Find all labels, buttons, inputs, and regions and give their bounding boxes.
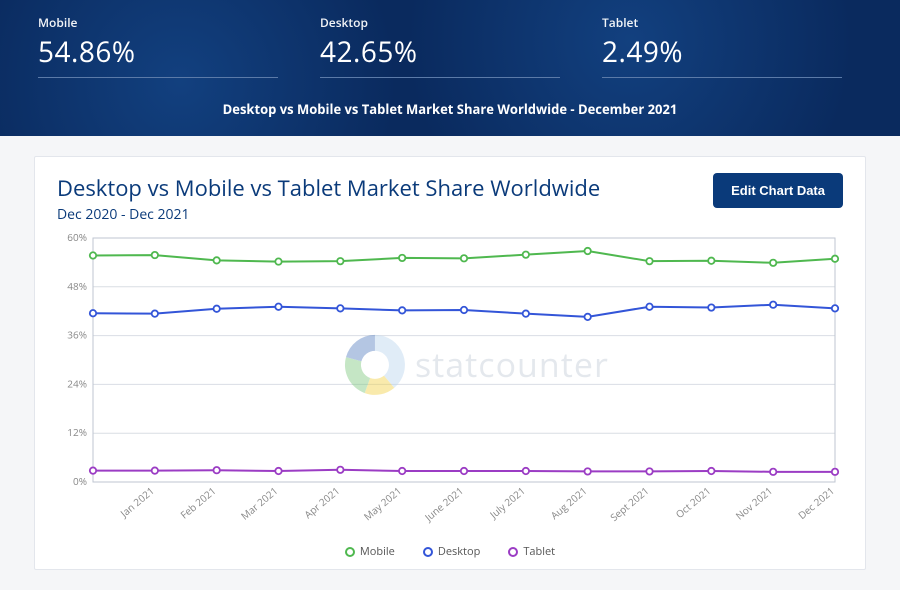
svg-text:Aug 2021: Aug 2021 [547,484,589,523]
svg-text:24%: 24% [67,376,87,390]
legend-label: Tablet [523,544,555,559]
svg-text:Oct 2021: Oct 2021 [672,484,713,521]
chart-card: Desktop vs Mobile vs Tablet Market Share… [34,156,866,570]
edit-chart-button[interactable]: Edit Chart Data [713,173,843,208]
svg-text:July 2021: July 2021 [486,484,528,522]
legend-swatch-icon [345,547,355,557]
stat-tablet: Tablet 2.49% [602,14,842,78]
svg-text:statcounter: statcounter [415,341,609,387]
svg-text:Nov 2021: Nov 2021 [732,484,775,523]
svg-text:May 2021: May 2021 [361,484,404,524]
stat-value: 42.65% [320,33,560,78]
card-subtitle: Dec 2020 - Dec 2021 [57,205,600,224]
hero-title: Desktop vs Mobile vs Tablet Market Share… [38,100,862,118]
chart-svg[interactable]: 0% 12% 24% 36% 48% 60% statcounter Jan 2021 Feb … [57,232,845,542]
stat-mobile: Mobile 54.86% [38,14,278,78]
legend-label: Desktop [438,544,480,559]
legend-desktop[interactable]: Desktop [423,544,480,559]
legend-swatch-icon [508,547,518,557]
svg-text:60%: 60% [67,232,87,244]
svg-text:Sept 2021: Sept 2021 [607,484,651,524]
stat-desktop: Desktop 42.65% [320,14,560,78]
svg-text:Dec 2021: Dec 2021 [795,484,837,522]
svg-text:Apr 2021: Apr 2021 [301,484,342,522]
card-header: Desktop vs Mobile vs Tablet Market Share… [57,173,843,224]
stat-value: 2.49% [602,33,842,78]
svg-text:48%: 48% [67,279,87,293]
stat-label: Tablet [602,14,842,31]
stat-label: Mobile [38,14,278,31]
svg-text:Mar 2021: Mar 2021 [238,484,281,523]
stat-value: 54.86% [38,33,278,78]
svg-text:36%: 36% [67,328,87,342]
hero-stats: Mobile 54.86% Desktop 42.65% Tablet 2.49… [38,14,862,78]
stat-label: Desktop [320,14,560,31]
svg-text:12%: 12% [67,425,87,439]
svg-text:Jan 2021: Jan 2021 [116,484,156,521]
legend-label: Mobile [360,544,395,559]
legend-mobile[interactable]: Mobile [345,544,395,559]
svg-text:0%: 0% [73,474,87,488]
legend-tablet[interactable]: Tablet [508,544,555,559]
svg-text:Feb 2021: Feb 2021 [177,484,218,522]
card-title: Desktop vs Mobile vs Tablet Market Share… [57,173,600,203]
svg-text:June 2021: June 2021 [421,484,466,525]
legend-swatch-icon [423,547,433,557]
hero-banner: Mobile 54.86% Desktop 42.65% Tablet 2.49… [0,0,900,136]
chart-legend: Mobile Desktop Tablet [57,544,843,559]
card-titles: Desktop vs Mobile vs Tablet Market Share… [57,173,600,224]
chart-plot[interactable]: 0% 12% 24% 36% 48% 60% statcounter Jan 2021 Feb … [57,232,843,542]
